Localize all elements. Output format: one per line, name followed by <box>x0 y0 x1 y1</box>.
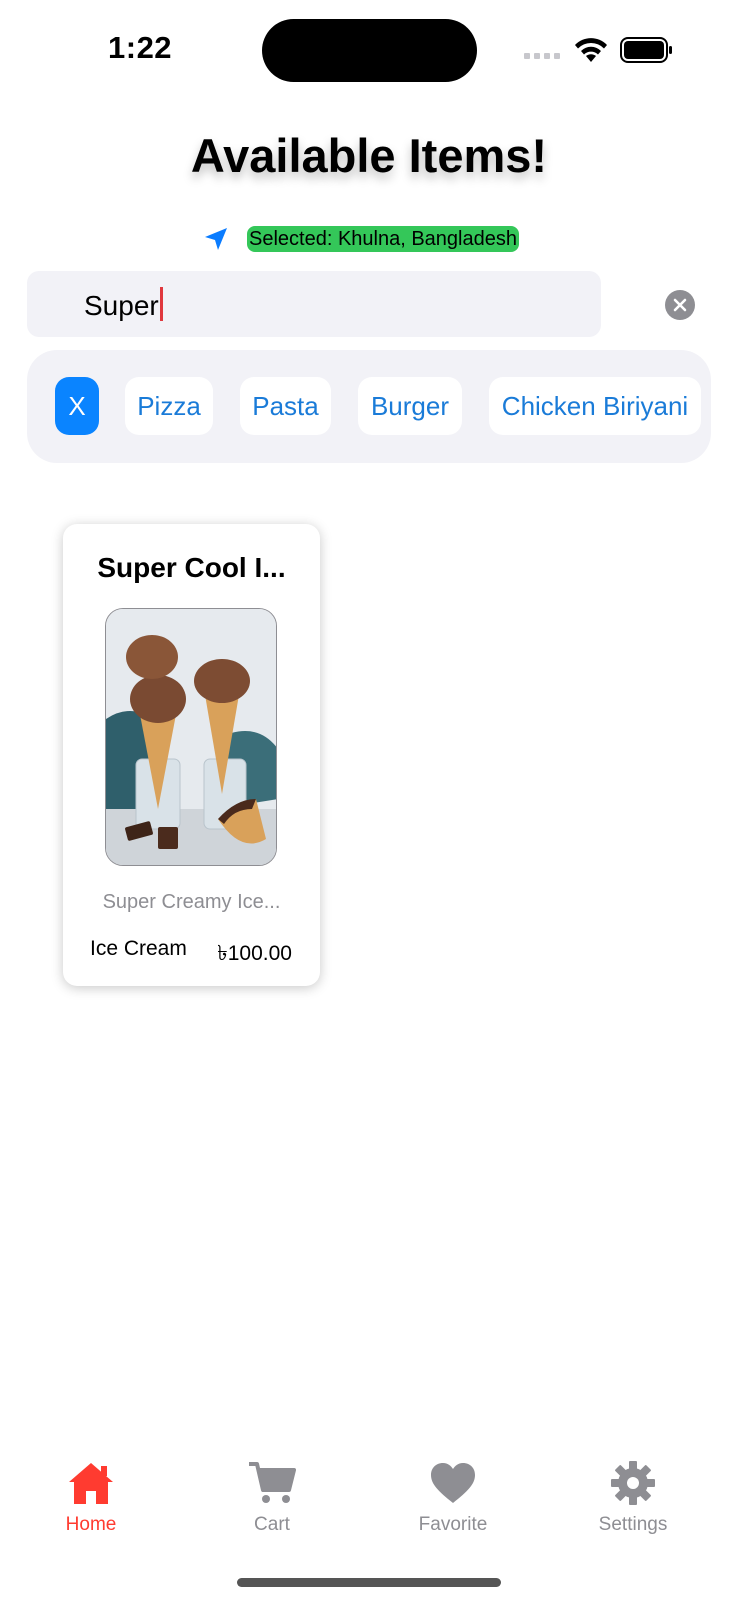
dynamic-island <box>262 19 477 82</box>
search-value: Super <box>84 287 163 322</box>
category-filter-bar[interactable]: X Pizza Pasta Burger Chicken Biriyani <box>27 350 711 463</box>
wifi-icon <box>575 38 607 62</box>
location-selector[interactable]: Selected: Khulna, Bangladesh <box>203 224 519 254</box>
tab-label-favorite: Favorite <box>418 1514 488 1535</box>
product-image <box>105 608 277 866</box>
tab-label-cart: Cart <box>254 1514 290 1535</box>
product-title: Super Cool I... <box>97 552 286 583</box>
tab-label-home: Home <box>65 1514 117 1535</box>
tab-bar: Home Cart Favorite Settings <box>0 1460 738 1560</box>
category-chip-chicken-biriyani[interactable]: Chicken Biriyani <box>489 377 701 435</box>
cellular-signal-icon <box>524 53 560 59</box>
product-price: ৳100.00 <box>217 942 292 965</box>
search-input[interactable]: Super <box>27 271 601 337</box>
close-icon <box>673 298 687 312</box>
page-title: Available Items! <box>190 129 548 182</box>
battery-icon <box>620 37 672 63</box>
clear-search-button[interactable] <box>665 290 695 320</box>
product-description: Super Creamy Ice... <box>102 891 281 913</box>
tab-label-settings: Settings <box>598 1514 668 1535</box>
category-chip-burger[interactable]: Burger <box>358 377 462 435</box>
home-icon <box>69 1463 113 1504</box>
ice-cream-image-icon <box>106 609 276 865</box>
text-caret <box>159 287 163 321</box>
category-chip-pasta[interactable]: Pasta <box>240 377 331 435</box>
status-bar: 1:22 <box>0 0 738 100</box>
home-indicator[interactable] <box>237 1578 501 1587</box>
product-category: Ice Cream <box>90 937 187 960</box>
product-card[interactable]: Super Cool I... Super Creamy Ice... Ice … <box>63 524 320 986</box>
clear-category-button[interactable]: X <box>55 377 99 435</box>
location-label: Selected: Khulna, Bangladesh <box>247 226 519 252</box>
tab-cart[interactable]: Cart <box>202 1460 342 1536</box>
status-time: 1:22 <box>108 30 173 65</box>
location-arrow-icon <box>205 228 227 250</box>
heart-icon <box>431 1463 475 1503</box>
tab-settings[interactable]: Settings <box>563 1460 703 1536</box>
tab-favorite[interactable]: Favorite <box>383 1460 523 1536</box>
tab-home[interactable]: Home <box>21 1460 161 1536</box>
gear-icon <box>611 1461 655 1505</box>
cart-icon <box>249 1462 296 1503</box>
category-chip-pizza[interactable]: Pizza <box>125 377 213 435</box>
